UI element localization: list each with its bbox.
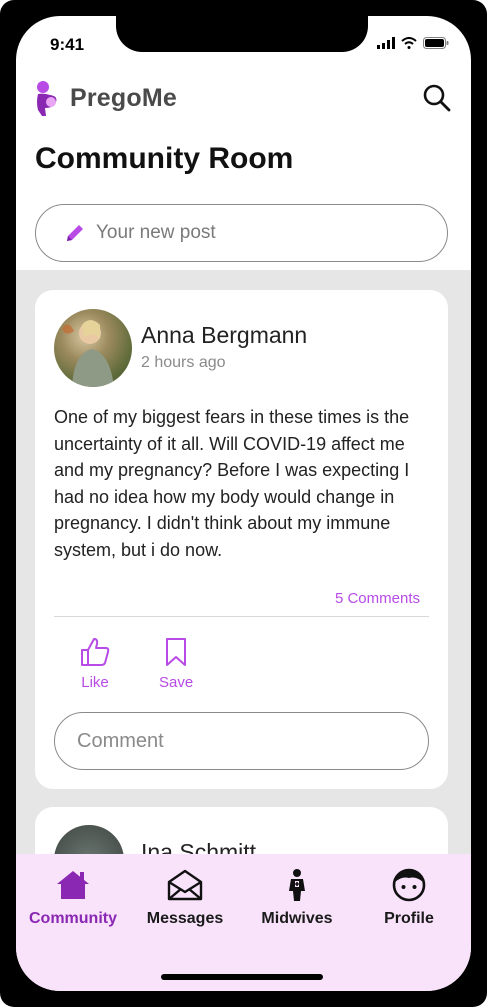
save-label: Save — [159, 674, 194, 691]
tab-messages[interactable]: Messages — [130, 868, 240, 928]
search-icon — [423, 84, 451, 112]
divider — [54, 616, 429, 617]
app-header: PregoMe — [16, 74, 471, 134]
post-feed[interactable]: Anna Bergmann 2 hours ago One of my bigg… — [16, 270, 471, 895]
tab-midwives[interactable]: Midwives — [242, 868, 352, 928]
screen: 9:41 PregoMe Community Room Your new pos… — [16, 16, 471, 991]
status-time: 9:41 — [50, 35, 85, 54]
bottom-tab-bar: Community Messages Midwives Profile — [16, 854, 471, 991]
face-icon — [392, 868, 426, 902]
like-label: Like — [81, 674, 109, 691]
comment-placeholder: Comment — [77, 729, 164, 752]
bookmark-icon — [166, 638, 187, 666]
post-card: Anna Bergmann 2 hours ago One of my bigg… — [35, 290, 448, 789]
envelope-icon — [167, 869, 203, 901]
post-body: One of my biggest fears in these times i… — [54, 407, 410, 560]
author-avatar[interactable] — [54, 309, 132, 387]
thumbs-up-icon — [81, 638, 110, 666]
tab-label: Community — [29, 910, 117, 927]
midwife-icon — [289, 869, 305, 901]
new-post-input[interactable]: Your new post — [35, 204, 448, 262]
tab-label: Messages — [146, 910, 224, 927]
post-author[interactable]: Anna Bergmann — [141, 322, 307, 349]
tab-label: Midwives — [261, 910, 333, 927]
phone-frame: 9:41 PregoMe Community Room Your new pos… — [0, 0, 487, 1007]
app-name: PregoMe — [70, 83, 177, 112]
battery-icon — [423, 37, 449, 49]
wifi-icon — [401, 37, 417, 49]
page-title: Community Room — [35, 142, 294, 175]
tab-profile[interactable]: Profile — [354, 868, 464, 928]
pregnant-woman-logo-icon — [37, 81, 57, 116]
device-notch — [116, 16, 368, 52]
signal-icon — [377, 37, 395, 49]
like-button[interactable]: Like — [79, 636, 111, 691]
status-icons — [377, 37, 449, 49]
pencil-icon — [67, 225, 83, 241]
tab-community[interactable]: Community — [18, 868, 128, 928]
tab-label: Profile — [384, 910, 434, 927]
app-logo[interactable]: PregoMe — [32, 80, 177, 116]
new-post-placeholder: Your new post — [96, 222, 216, 243]
author-photo — [62, 320, 114, 387]
comments-link[interactable]: 5 Comments — [335, 590, 420, 607]
comment-input[interactable]: Comment — [54, 712, 429, 770]
post-timestamp: 2 hours ago — [141, 354, 226, 371]
home-icon — [57, 871, 89, 899]
search-button[interactable] — [421, 82, 453, 114]
home-indicator[interactable] — [161, 974, 323, 980]
save-button[interactable]: Save — [159, 636, 193, 691]
